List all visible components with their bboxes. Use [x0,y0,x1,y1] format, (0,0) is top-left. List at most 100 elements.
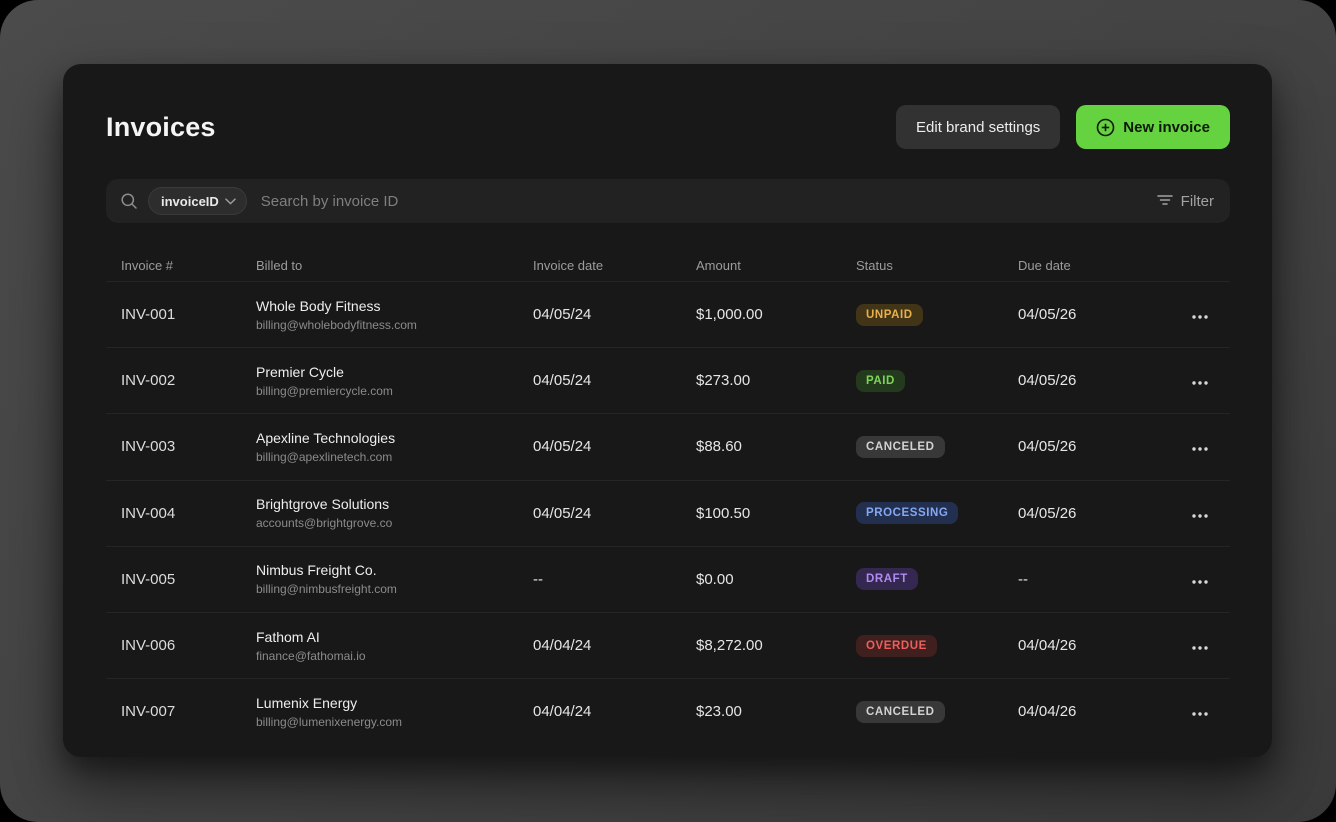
table-row[interactable]: INV-006 Fathom AI finance@fathomai.io 04… [106,612,1230,678]
edit-brand-settings-label: Edit brand settings [916,119,1040,136]
row-menu-button[interactable] [1183,631,1217,661]
amount-cell: $100.50 [696,505,856,522]
table-body: INV-001 Whole Body Fitness billing@whole… [106,281,1230,744]
table-row[interactable]: INV-002 Premier Cycle billing@premiercyc… [106,347,1230,413]
status-cell: OVERDUE [856,635,1018,657]
due-date-cell: 04/05/26 [1018,372,1170,389]
due-date-cell: -- [1018,571,1170,588]
header-billed-to: Billed to [256,258,533,273]
invoice-date-cell: 04/04/24 [533,637,696,654]
billed-to-name: Lumenix Energy [256,695,533,711]
row-menu-button[interactable] [1183,564,1217,594]
status-badge: PROCESSING [856,502,958,524]
status-cell: PROCESSING [856,502,1018,524]
status-cell: DRAFT [856,568,1018,590]
row-menu-button[interactable] [1183,432,1217,462]
invoice-id-cell: INV-006 [106,637,256,654]
page-title: Invoices [106,112,216,143]
invoice-date-cell: 04/05/24 [533,505,696,522]
row-actions-cell [1170,697,1230,727]
billed-to-name: Premier Cycle [256,364,533,380]
panel-header: Invoices Edit brand settings New invoice [106,64,1230,149]
search-icon [120,192,138,210]
ellipsis-icon [1192,439,1208,454]
invoice-date-cell: 04/05/24 [533,372,696,389]
search-scope-chip[interactable]: invoiceID [148,187,247,215]
due-date-cell: 04/04/26 [1018,703,1170,720]
ellipsis-icon [1192,506,1208,521]
invoice-date-cell: 04/04/24 [533,703,696,720]
billed-to-email: billing@premiercycle.com [256,384,533,398]
invoice-id-cell: INV-002 [106,372,256,389]
status-cell: CANCELED [856,436,1018,458]
header-invoice-date: Invoice date [533,258,696,273]
header-status: Status [856,258,1018,273]
status-badge: OVERDUE [856,635,937,657]
table-row[interactable]: INV-007 Lumenix Energy billing@lumenixen… [106,678,1230,744]
status-cell: UNPAID [856,304,1018,326]
table-row[interactable]: INV-004 Brightgrove Solutions accounts@b… [106,480,1230,546]
billed-to-cell: Premier Cycle billing@premiercycle.com [256,364,533,398]
status-cell: CANCELED [856,701,1018,723]
status-badge: PAID [856,370,905,392]
invoice-table: Invoice # Billed to Invoice date Amount … [106,249,1230,744]
filter-icon [1157,193,1173,210]
new-invoice-label: New invoice [1123,119,1210,136]
header-due-date: Due date [1018,258,1170,273]
billed-to-email: billing@apexlinetech.com [256,450,533,464]
row-menu-button[interactable] [1183,697,1217,727]
billed-to-email: billing@lumenixenergy.com [256,715,533,729]
amount-cell: $273.00 [696,372,856,389]
amount-cell: $23.00 [696,703,856,720]
row-actions-cell [1170,432,1230,462]
due-date-cell: 04/05/26 [1018,438,1170,455]
billed-to-email: finance@fathomai.io [256,649,533,663]
search-scope-label: invoiceID [161,194,219,209]
new-invoice-button[interactable]: New invoice [1076,105,1230,149]
amount-cell: $1,000.00 [696,306,856,323]
row-menu-button[interactable] [1183,300,1217,330]
header-actions: Edit brand settings New invoice [896,105,1230,149]
table-row[interactable]: INV-005 Nimbus Freight Co. billing@nimbu… [106,546,1230,612]
ellipsis-icon [1192,638,1208,653]
billed-to-name: Apexline Technologies [256,430,533,446]
table-row[interactable]: INV-001 Whole Body Fitness billing@whole… [106,281,1230,347]
billed-to-cell: Brightgrove Solutions accounts@brightgro… [256,496,533,530]
billed-to-cell: Nimbus Freight Co. billing@nimbusfreight… [256,562,533,596]
row-menu-button[interactable] [1183,366,1217,396]
table-row[interactable]: INV-003 Apexline Technologies billing@ap… [106,413,1230,479]
amount-cell: $88.60 [696,438,856,455]
filter-button[interactable]: Filter [1157,193,1214,210]
status-badge: UNPAID [856,304,923,326]
due-date-cell: 04/05/26 [1018,505,1170,522]
billed-to-email: accounts@brightgrove.co [256,516,533,530]
row-actions-cell [1170,631,1230,661]
edit-brand-settings-button[interactable]: Edit brand settings [896,105,1060,149]
invoice-id-cell: INV-001 [106,306,256,323]
billed-to-name: Whole Body Fitness [256,298,533,314]
row-actions-cell [1170,564,1230,594]
invoice-id-cell: INV-007 [106,703,256,720]
row-actions-cell [1170,366,1230,396]
ellipsis-icon [1192,704,1208,719]
search-input[interactable] [257,193,1147,210]
due-date-cell: 04/05/26 [1018,306,1170,323]
amount-cell: $0.00 [696,571,856,588]
billed-to-cell: Whole Body Fitness billing@wholebodyfitn… [256,298,533,332]
billed-to-email: billing@wholebodyfitness.com [256,318,533,332]
row-menu-button[interactable] [1183,498,1217,528]
billed-to-name: Brightgrove Solutions [256,496,533,512]
billed-to-cell: Apexline Technologies billing@apexlinete… [256,430,533,464]
status-badge: CANCELED [856,701,945,723]
header-invoice-number: Invoice # [106,258,256,273]
status-cell: PAID [856,370,1018,392]
search-bar: invoiceID Filter [106,179,1230,223]
table-header-row: Invoice # Billed to Invoice date Amount … [106,249,1230,281]
filter-label: Filter [1181,193,1214,210]
billed-to-cell: Fathom AI finance@fathomai.io [256,629,533,663]
invoice-date-cell: 04/05/24 [533,306,696,323]
billed-to-name: Nimbus Freight Co. [256,562,533,578]
amount-cell: $8,272.00 [696,637,856,654]
invoice-date-cell: -- [533,571,696,588]
status-badge: CANCELED [856,436,945,458]
